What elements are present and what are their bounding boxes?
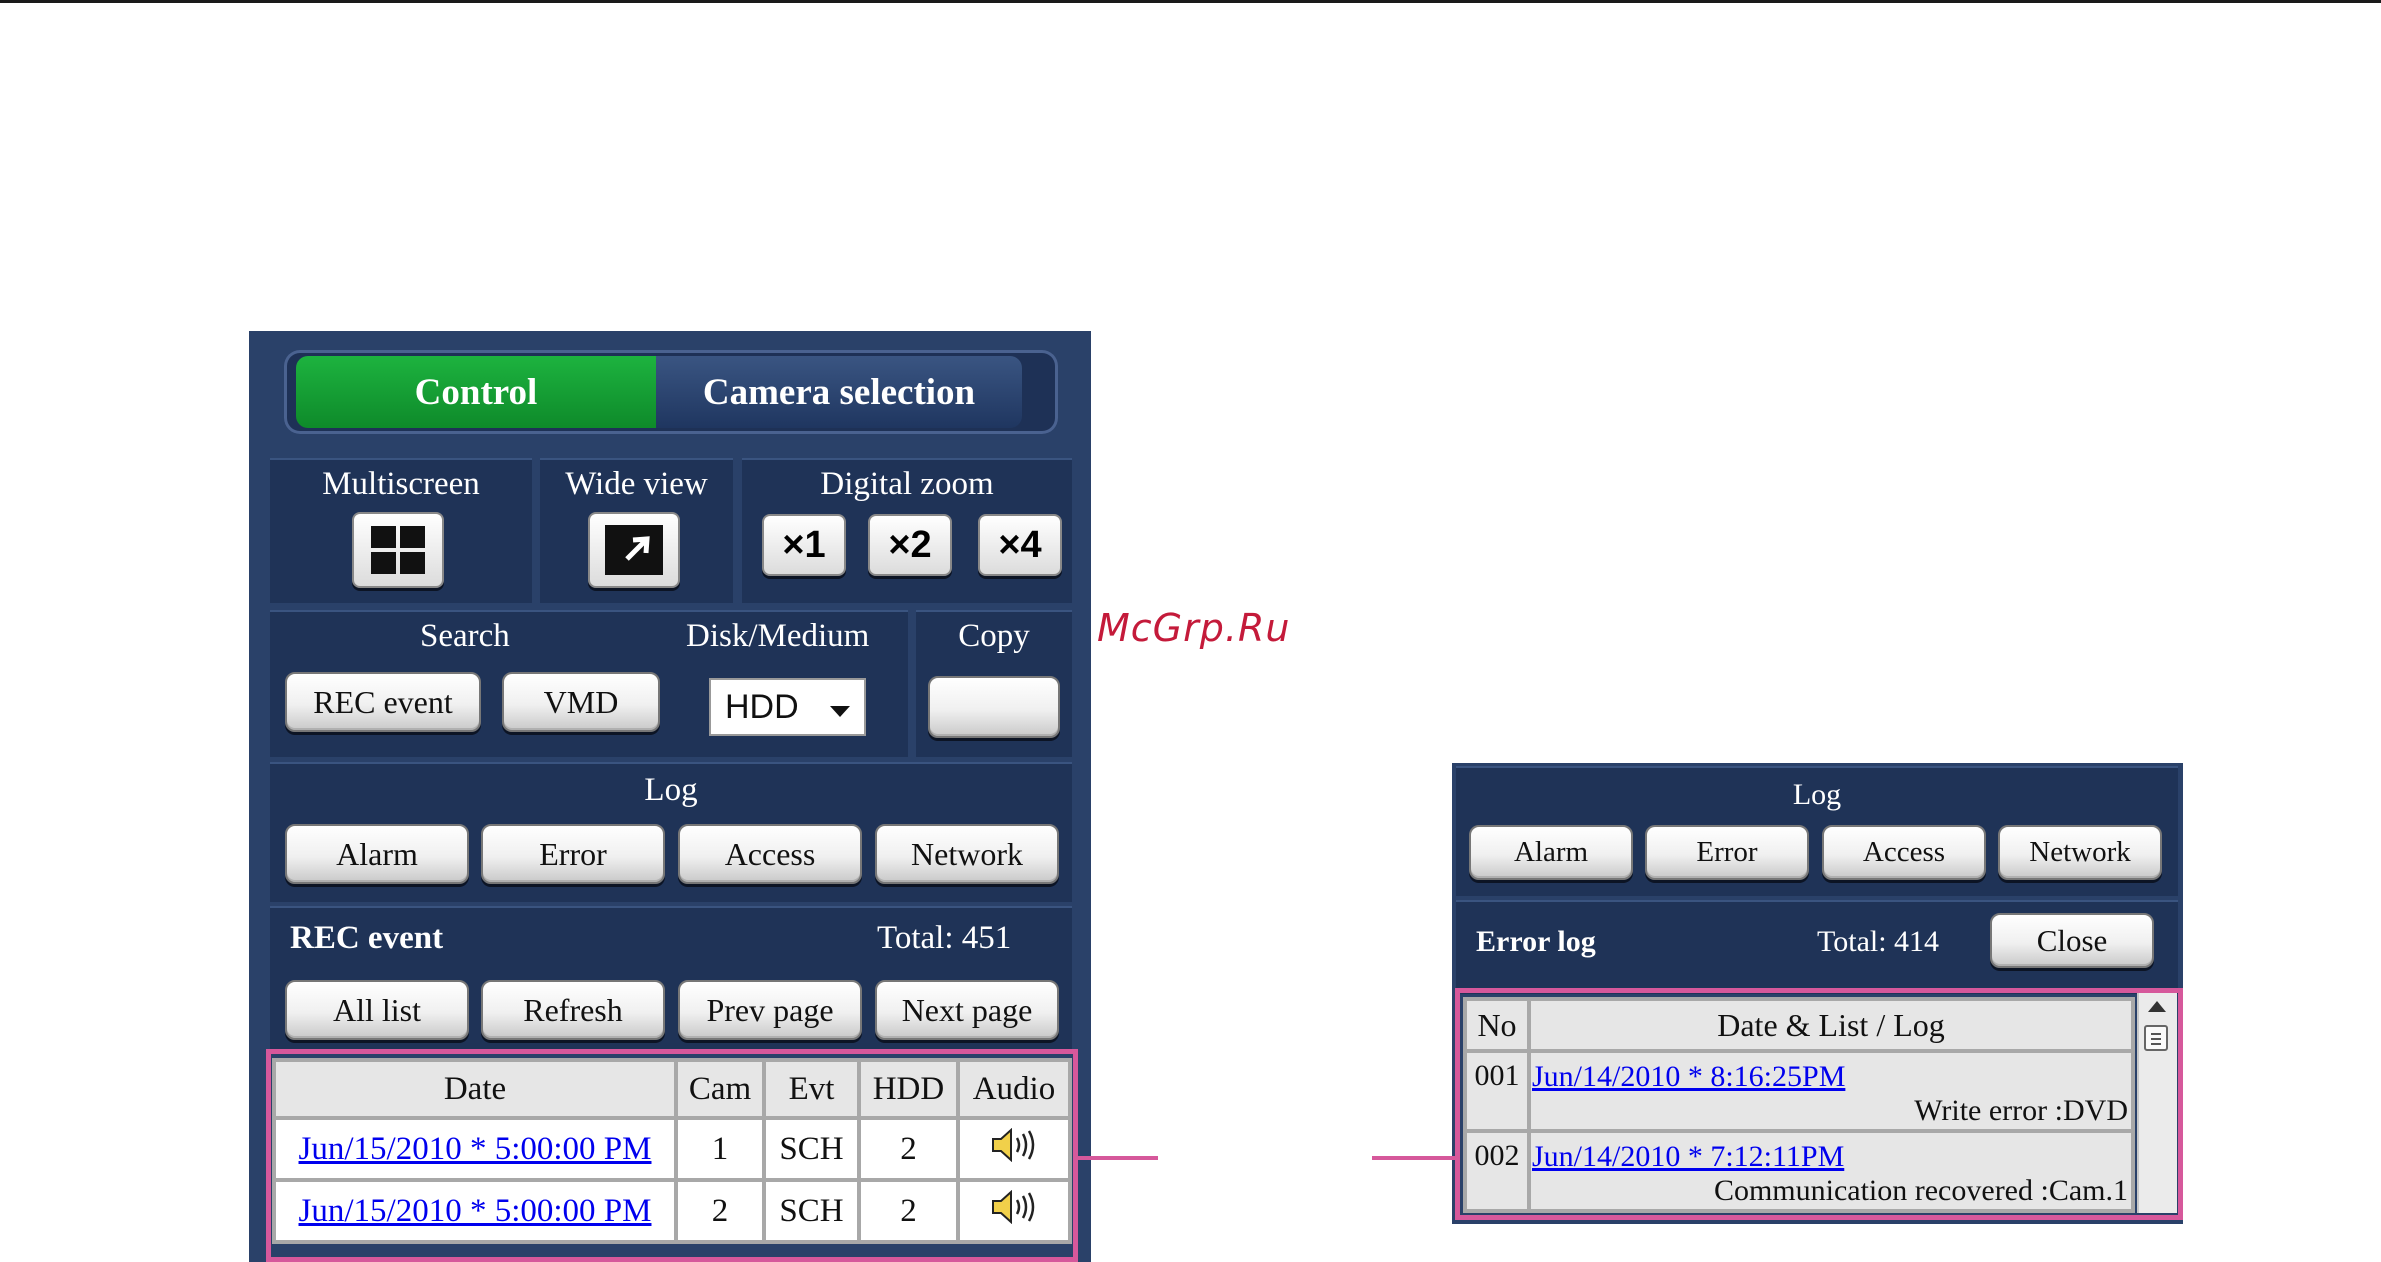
wide-view-button[interactable] — [588, 512, 680, 588]
zoom-x2-button[interactable]: ×2 — [868, 514, 952, 576]
multiscreen-button[interactable] — [352, 512, 444, 588]
all-list-button[interactable]: All list — [285, 980, 469, 1040]
tab-bar: Control Camera selection — [284, 350, 1058, 434]
copy-label: Copy — [958, 618, 1030, 654]
rec-event-search-button[interactable]: REC event — [285, 672, 481, 732]
leader-line-right — [1372, 1156, 1455, 1160]
disk-medium-select[interactable]: HDD — [709, 678, 866, 736]
close-button[interactable]: Close — [1990, 913, 2154, 968]
tab-control[interactable]: Control — [296, 356, 656, 428]
error-log-total: Total: 414 — [1817, 925, 1940, 958]
error-panel-error-button[interactable]: Error — [1645, 825, 1809, 880]
rec-event-title: REC event — [290, 920, 444, 956]
top-rule — [0, 0, 2381, 3]
disk-medium-value: HDD — [725, 687, 799, 726]
error-log-title: Error log — [1476, 925, 1596, 958]
wide-view-label: Wide view — [565, 466, 708, 502]
log-label: Log — [644, 772, 698, 808]
search-label: Search — [420, 618, 510, 654]
error-panel-alarm-button[interactable]: Alarm — [1469, 825, 1633, 880]
tab-camera-selection[interactable]: Camera selection — [656, 356, 1022, 428]
log-access-button[interactable]: Access — [678, 824, 862, 884]
multiscreen-label: Multiscreen — [322, 466, 480, 502]
copy-button[interactable] — [928, 676, 1060, 738]
rec-table-highlight — [266, 1049, 1078, 1262]
error-table-highlight — [1455, 988, 2183, 1220]
log-alarm-button[interactable]: Alarm — [285, 824, 469, 884]
error-panel-log-label: Log — [1792, 778, 1842, 811]
disk-medium-label: Disk/Medium — [686, 618, 870, 654]
rec-event-total: Total: 451 — [877, 920, 1012, 956]
zoom-x4-button[interactable]: ×4 — [978, 514, 1062, 576]
leader-line-left — [1078, 1156, 1158, 1160]
zoom-x1-button[interactable]: ×1 — [762, 514, 846, 576]
error-panel-network-button[interactable]: Network — [1998, 825, 2162, 880]
error-panel-access-button[interactable]: Access — [1822, 825, 1986, 880]
quad-grid-icon — [371, 526, 425, 574]
watermark: McGrp.Ru — [1097, 606, 1291, 650]
chevron-down-icon — [830, 706, 850, 717]
expand-arrow-icon — [605, 525, 663, 575]
refresh-button[interactable]: Refresh — [481, 980, 665, 1040]
digital-zoom-label: Digital zoom — [820, 466, 994, 502]
vmd-search-button[interactable]: VMD — [502, 672, 660, 732]
next-page-button[interactable]: Next page — [875, 980, 1059, 1040]
log-network-button[interactable]: Network — [875, 824, 1059, 884]
prev-page-button[interactable]: Prev page — [678, 980, 862, 1040]
log-error-button[interactable]: Error — [481, 824, 665, 884]
